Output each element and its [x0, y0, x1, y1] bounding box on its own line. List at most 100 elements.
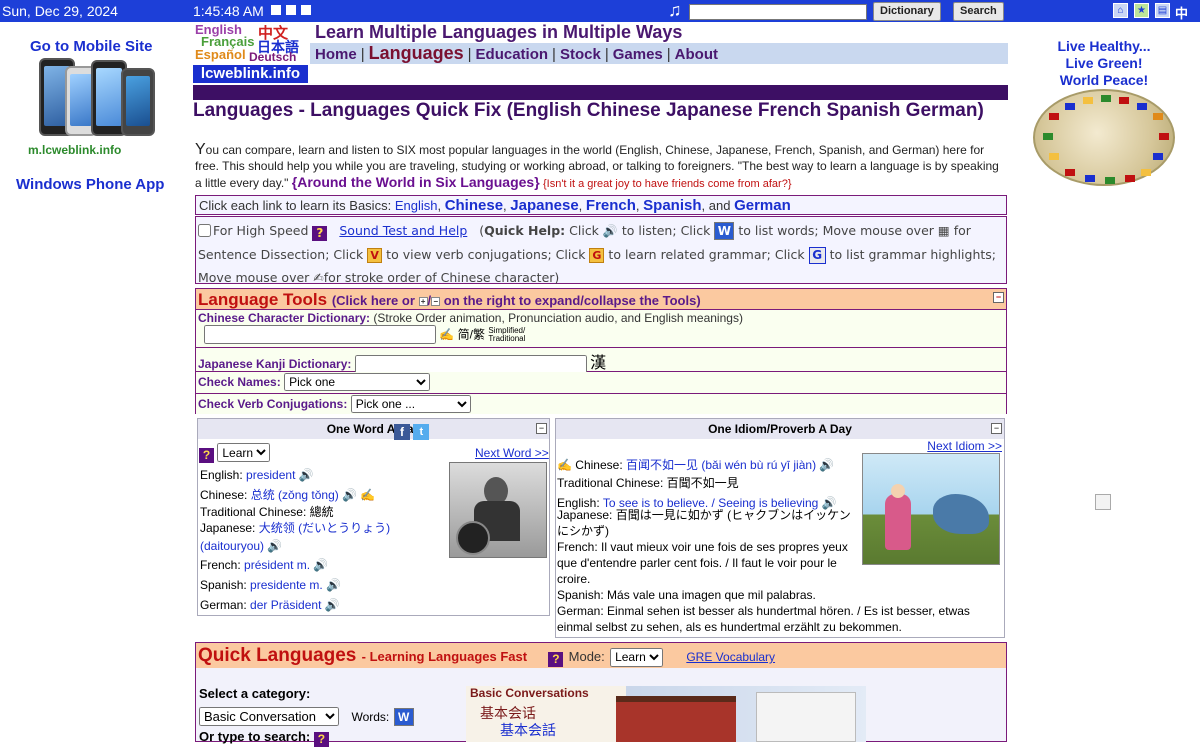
idiom-of-day-panel: One Idiom/Proverb A Day − Next Idiom >> …	[555, 418, 1005, 638]
mobile-site-link[interactable]: Go to Mobile Site	[30, 38, 153, 55]
word-of-day-header: One Word A Day f t −	[198, 419, 549, 440]
collapse-icon[interactable]: −	[431, 297, 441, 306]
help-text: Move mouse over	[198, 270, 310, 285]
mobile-url-link[interactable]: m.lcweblink.info	[28, 143, 121, 157]
help-text: Click	[569, 223, 599, 238]
word-mode-select[interactable]: Learn	[217, 443, 271, 462]
broken-image-icon	[1095, 494, 1111, 510]
idiom-german-label: German:	[557, 604, 604, 618]
windows-phone-app-link[interactable]: Windows Phone App	[16, 176, 164, 193]
japanese-label: Japanese:	[200, 521, 256, 535]
square-icon	[286, 5, 296, 15]
banner-japanese: 基本会話	[500, 722, 556, 738]
idiom-trad-label: Traditional Chinese:	[557, 476, 664, 490]
idiom-trad: 百聞不如一見	[666, 476, 739, 490]
simp-trad-toggle[interactable]: 简/繁	[458, 328, 485, 342]
dissection-icon: ▦	[937, 223, 950, 238]
sound-test-link[interactable]: Sound Test and Help	[339, 223, 467, 238]
next-idiom-link[interactable]: Next Idiom >>	[927, 439, 1002, 453]
basics-japanese-link[interactable]: Japanese	[510, 197, 578, 214]
check-names-select[interactable]: Pick one	[284, 373, 431, 391]
live-healthy-text: Live Healthy... Live Green! World Peace!	[1034, 38, 1174, 89]
home-icon[interactable]: ⌂	[1113, 3, 1128, 18]
speaker-icon[interactable]: 🔊	[819, 455, 834, 475]
basics-french-link[interactable]: French	[586, 197, 636, 214]
language-tools-title: Language Tools	[198, 290, 328, 309]
high-speed-checkbox[interactable]	[198, 224, 211, 237]
help-text: to list grammar highlights;	[829, 247, 997, 262]
check-verb-select[interactable]: Pick one ...	[350, 395, 471, 413]
speaker-icon[interactable]: 🔊	[326, 575, 341, 595]
nav-about[interactable]: About	[675, 46, 718, 63]
search-button[interactable]: Search	[953, 2, 1004, 21]
site-logo[interactable]: English Français Español 中文 日本語 Deutsch …	[193, 22, 308, 83]
dictionary-button[interactable]: Dictionary	[873, 2, 941, 21]
quick-languages-panel: Quick Languages - Learning Languages Fas…	[195, 642, 1007, 747]
speaker-icon[interactable]: 🔊	[299, 465, 314, 485]
chinese-site-link[interactable]: 中文	[1175, 3, 1200, 41]
gre-vocabulary-link[interactable]: GRE Vocabulary	[686, 650, 775, 664]
speaker-icon[interactable]: 🔊	[267, 537, 282, 555]
idiom-of-day-header: One Idiom/Proverb A Day −	[556, 419, 1004, 439]
idiom-chinese: 百闻不如一见 (bǎi wén bù rú yī jiàn)	[626, 458, 817, 472]
gate-building-image	[616, 696, 736, 742]
site-tagline: Learn Multiple Languages in Multiple Way…	[315, 22, 683, 42]
twitter-icon[interactable]: t	[413, 423, 430, 440]
logo-site-name: lcweblink.info	[193, 65, 308, 83]
language-tools-header[interactable]: Language Tools (Click here or + / − on the…	[196, 289, 1006, 310]
word-list-icon[interactable]: W	[393, 708, 414, 726]
banner-title: Basic Conversations	[470, 686, 589, 700]
chinese-dictionary-input[interactable]	[204, 325, 436, 344]
kanji-dictionary-input[interactable]	[354, 354, 587, 374]
quick-mode-select[interactable]: Learn	[610, 647, 664, 667]
help-text: for	[953, 223, 971, 238]
facebook-icon[interactable]: f	[394, 423, 410, 440]
check-verb-label: Check Verb Conjugations:	[198, 397, 348, 411]
basics-chinese-link[interactable]: Chinese	[445, 197, 503, 214]
basic-conversations-banner[interactable]: Basic Conversations 基本会话 基本会話	[466, 686, 866, 742]
search-input[interactable]	[689, 4, 867, 20]
idiom-collapse-button[interactable]: −	[991, 423, 1002, 434]
help-question-icon[interactable]: ?	[312, 226, 328, 241]
bookmark-icon[interactable]: ★	[1134, 3, 1149, 18]
logo-espanol: Español	[195, 47, 246, 62]
stroke-order-icon[interactable]: ✍	[439, 328, 454, 342]
book-icon[interactable]: ▤	[1155, 3, 1170, 18]
basics-german-link[interactable]: German	[734, 197, 791, 214]
nav-games[interactable]: Games	[613, 46, 663, 63]
expand-icon[interactable]: +	[418, 297, 428, 306]
help-text: to list words; Move mouse over	[738, 223, 934, 238]
category-select[interactable]: Basic Conversation	[199, 707, 339, 726]
help-text: to learn related grammar; Click	[608, 247, 805, 262]
speaker-icon[interactable]: 🔊	[325, 595, 340, 615]
quick-help-label: Quick Help:	[484, 223, 566, 238]
select-category-label: Select a category:	[199, 686, 311, 701]
help-text: to listen;	[621, 223, 677, 238]
stroke-order-icon[interactable]: ✍	[360, 488, 375, 502]
speaker-icon[interactable]: 🔊	[313, 555, 328, 575]
check-verb-row: Check Verb Conjugations: Pick one ...	[196, 394, 1006, 414]
stroke-order-icon[interactable]: ✍	[557, 458, 572, 472]
nav-languages[interactable]: Languages	[369, 43, 464, 63]
nav-stock[interactable]: Stock	[560, 46, 601, 63]
word-collapse-button[interactable]: −	[536, 423, 547, 434]
basics-english-link[interactable]: English	[395, 198, 438, 213]
music-icon[interactable]: ♫	[668, 0, 682, 21]
high-speed-label: For High Speed	[213, 223, 309, 238]
intro-initial: Y	[195, 141, 206, 158]
chinese-dict-note: (Stroke Order animation, Pronunciation a…	[373, 311, 743, 325]
nav-education[interactable]: Education	[476, 46, 549, 63]
around-world-link[interactable]: {Around the World in Six Languages}	[292, 174, 540, 190]
next-word-link[interactable]: Next Word >>	[475, 446, 549, 460]
live-line-3: World Peace!	[1059, 72, 1149, 88]
basics-spanish-link[interactable]: Spanish	[643, 197, 701, 214]
phones-image[interactable]	[35, 56, 167, 140]
stroke-order-icon: ✍	[313, 270, 324, 285]
quick-help-icon[interactable]: ?	[548, 652, 564, 667]
speaker-icon[interactable]: 🔊	[342, 485, 357, 505]
tools-collapse-button[interactable]: −	[993, 292, 1004, 303]
page-title: Languages - Languages Quick Fix (English…	[193, 100, 984, 121]
kanji-icon[interactable]: 漢	[590, 355, 606, 372]
word-help-icon[interactable]: ?	[199, 447, 214, 463]
nav-home[interactable]: Home	[315, 46, 357, 63]
